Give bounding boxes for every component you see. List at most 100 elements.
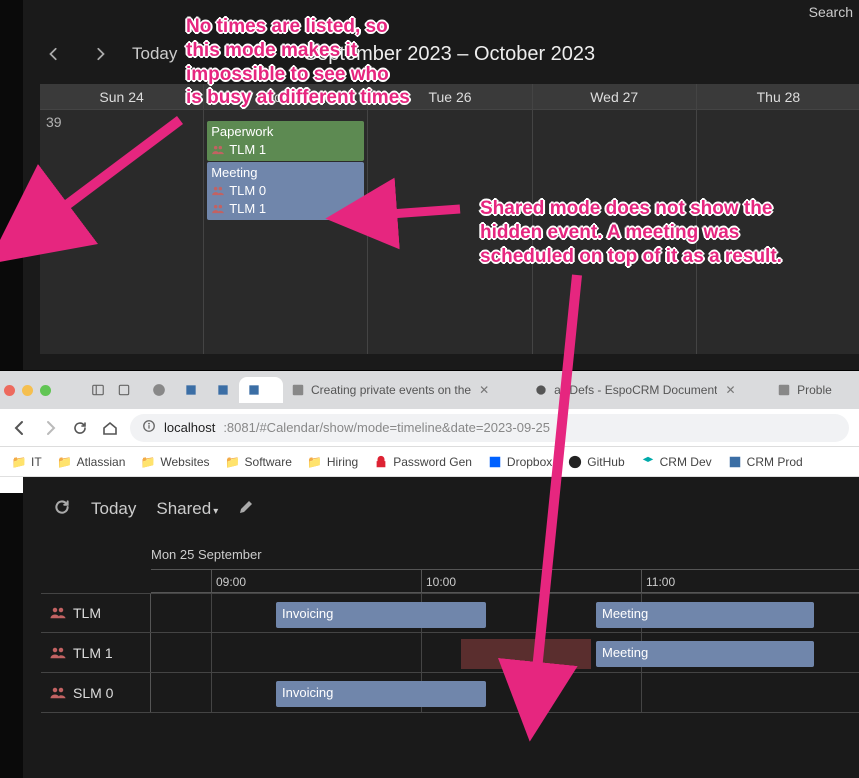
member-label[interactable]: TLM [41, 594, 151, 632]
github-icon [568, 455, 582, 469]
timeline-date-label: Mon 25 September [151, 547, 262, 562]
bookmark-label: Dropbox [507, 455, 552, 469]
event-paperwork[interactable]: Paperwork TLM 1 [207, 121, 364, 161]
event-member: TLM 0 [211, 182, 360, 200]
member-name: TLM 1 [73, 645, 113, 661]
back-button[interactable] [10, 418, 30, 438]
next-button[interactable] [86, 40, 114, 68]
docs-icon [534, 383, 548, 397]
event-member: TLM 1 [211, 141, 360, 159]
timeline-row: SLM 0 Invoicing [41, 673, 859, 713]
forward-button[interactable] [40, 418, 60, 438]
bookmark-item[interactable]: CRM Dev [637, 453, 716, 471]
team-icon [211, 143, 225, 157]
site-info-icon[interactable] [142, 419, 156, 436]
maximize-icon[interactable] [40, 385, 51, 396]
event-member: TLM 1 [211, 200, 360, 218]
bookmark-label: GitHub [587, 455, 624, 469]
window-controls[interactable] [4, 385, 51, 396]
day-header: Thu 28 [697, 84, 859, 110]
espo-icon [247, 383, 261, 397]
bookmark-label: Atlassian [77, 455, 126, 469]
mode-dropdown[interactable]: Shared▾ [156, 499, 218, 519]
pinned-tab[interactable] [143, 377, 175, 403]
member-name: TLM 1 [229, 141, 266, 159]
browser-tab-active[interactable] [239, 377, 283, 403]
mode-label: Shared [156, 499, 211, 518]
time-tick: 10:00 [421, 570, 456, 592]
member-name: SLM 0 [73, 685, 113, 701]
close-icon[interactable] [4, 385, 15, 396]
day-header: Sun 24 [40, 84, 203, 110]
timeline-track[interactable]: Invoicing Meeting [151, 594, 859, 632]
home-button[interactable] [100, 418, 120, 438]
sidebar-toggle-icon[interactable] [91, 383, 105, 397]
browser-tab[interactable]: Proble [769, 377, 855, 403]
prev-button[interactable] [40, 40, 68, 68]
browser-tab[interactable]: aclDefs - EspoCRM Document ✕ [526, 377, 769, 403]
github-icon [152, 383, 166, 397]
bookmark-label: IT [31, 455, 42, 469]
timeline-event-invoicing[interactable]: Invoicing [276, 681, 486, 707]
timeline-track[interactable]: Invoicing [151, 673, 859, 712]
address-bar[interactable]: localhost:8081/#Calendar/show/mode=timel… [130, 414, 849, 442]
bookmark-item[interactable]: 📁 Atlassian [54, 453, 130, 471]
calendar-toolbar: Today September 2023 – October 2023 [40, 24, 859, 84]
today-button[interactable]: Today [91, 499, 136, 519]
browser-tab[interactable]: Creating private events on the ✕ [283, 377, 526, 403]
member-label[interactable]: TLM 1 [41, 633, 151, 672]
bookmark-label: Hiring [327, 455, 358, 469]
bookmark-item[interactable]: 📁Software [222, 453, 296, 471]
week-number: 39 [46, 114, 62, 130]
app-rail [0, 493, 23, 778]
refresh-button[interactable] [53, 498, 71, 521]
shared-calendar-week-view: Search Today September 2023 – October 20… [0, 0, 859, 370]
dropbox-icon [488, 455, 502, 469]
day-column-mon[interactable]: Mon 25 Paperwork TLM 1 Meeting TLM 0 [203, 84, 367, 354]
event-meeting[interactable]: Meeting TLM 0 TLM 1 [207, 162, 364, 220]
timeline-grid: Mon 25 September 09:00 10:00 11:00 12:00… [41, 541, 859, 778]
bookmark-item[interactable]: 📁Websites [137, 453, 213, 471]
event-title: Meeting [211, 164, 360, 182]
tab-title: Proble [797, 383, 832, 397]
bookmarks-bar: 📁 IT 📁 Atlassian 📁Websites 📁Software 📁 Hiri… [0, 447, 859, 477]
folder-icon: 📁 [58, 455, 72, 469]
reload-button[interactable] [70, 418, 90, 438]
timeline-event-invoicing[interactable]: Invoicing [276, 602, 486, 628]
bookmark-item[interactable]: Dropbox [484, 453, 556, 471]
timeline-event-meeting[interactable]: Meeting [596, 641, 814, 667]
bookmark-item[interactable]: Password Gen [370, 453, 476, 471]
folder-icon: 📁 [12, 455, 26, 469]
timeline-time-header: 09:00 10:00 11:00 12:00 [151, 569, 859, 593]
bookmark-item[interactable]: CRM Prod [724, 453, 807, 471]
close-tab-icon[interactable]: ✕ [479, 383, 489, 397]
espo-icon [184, 383, 198, 397]
edit-button[interactable] [238, 499, 254, 520]
timeline-toolbar: Today Shared▾ [23, 477, 859, 541]
timeline-event-meeting[interactable]: Meeting [596, 602, 814, 628]
timeline-track[interactable]: Meeting [151, 633, 859, 672]
member-label[interactable]: SLM 0 [41, 673, 151, 712]
annotation-text-2: Shared mode does not show the hidden eve… [480, 197, 782, 268]
bookmark-item[interactable]: 📁 IT [8, 453, 46, 471]
pinned-tab[interactable] [207, 377, 239, 403]
today-button[interactable]: Today [132, 44, 177, 64]
timeline-row: TLM Invoicing Meeting [41, 593, 859, 633]
pinned-tab[interactable] [175, 377, 207, 403]
minimize-icon[interactable] [22, 385, 33, 396]
folder-icon: 📁 [141, 455, 155, 469]
team-icon [49, 684, 67, 702]
folder-icon: 📁 [308, 455, 322, 469]
espo-icon [216, 383, 230, 397]
tab-overview-icon[interactable] [117, 383, 131, 397]
bookmark-label: CRM Dev [660, 455, 712, 469]
address-bar-row: localhost:8081/#Calendar/show/mode=timel… [0, 409, 859, 447]
bookmark-item[interactable]: GitHub [564, 453, 628, 471]
caret-down-icon: ▾ [213, 506, 218, 517]
forum-icon [291, 383, 305, 397]
day-column-sun[interactable]: Sun 24 39 [40, 84, 203, 354]
close-tab-icon[interactable]: ✕ [725, 383, 735, 397]
team-icon [211, 202, 225, 216]
bookmark-item[interactable]: 📁 Hiring [304, 453, 362, 471]
search-label[interactable]: Search [809, 4, 853, 20]
